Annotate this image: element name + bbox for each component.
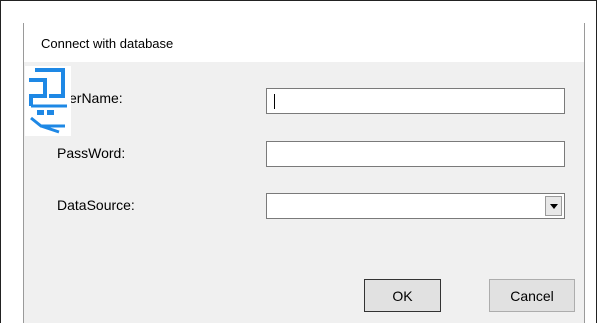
dialog-titlebar: Connect with database xyxy=(24,23,584,62)
frame-top-line xyxy=(0,0,597,1)
datasource-dropdown-button[interactable] xyxy=(545,196,562,216)
frame-left-line xyxy=(0,0,1,323)
screenshot-tool-glyph xyxy=(29,68,67,134)
chevron-down-icon xyxy=(549,203,558,209)
username-field[interactable] xyxy=(266,88,565,114)
datasource-select[interactable] xyxy=(266,193,565,219)
username-label: erName: xyxy=(69,90,123,106)
password-label: PassWord: xyxy=(57,145,126,161)
connect-dialog: Connect with database erName: PassWord: … xyxy=(23,23,585,323)
dialog-title: Connect with database xyxy=(41,36,174,51)
cancel-button[interactable]: Cancel xyxy=(489,279,575,312)
text-caret xyxy=(274,94,275,109)
datasource-label: DataSource: xyxy=(57,197,135,213)
ok-button[interactable]: OK xyxy=(364,279,441,312)
screenshot-tool-icon[interactable] xyxy=(25,66,71,136)
password-field[interactable] xyxy=(266,141,565,167)
